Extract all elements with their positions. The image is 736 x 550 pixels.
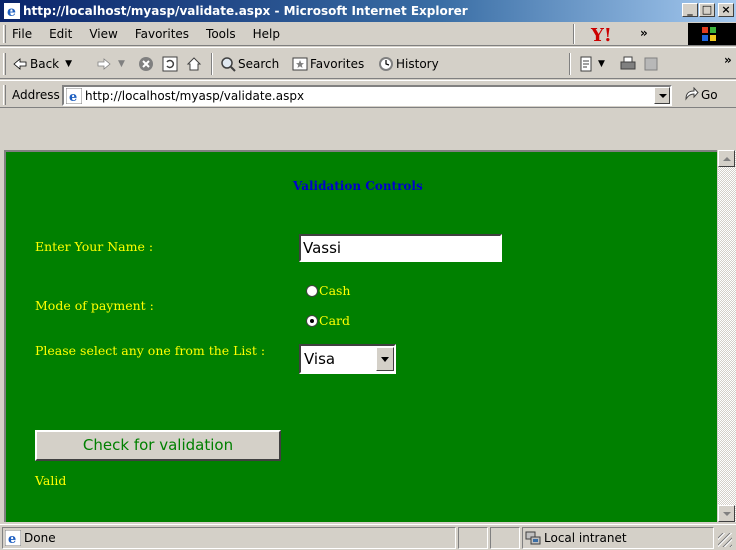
go-button[interactable]: Go xyxy=(683,87,718,103)
toolbar-chevron-icon[interactable]: » xyxy=(724,53,732,67)
stop-icon xyxy=(139,57,153,71)
edit-icon xyxy=(644,57,658,71)
window-controls: _ □ × xyxy=(681,3,734,17)
card-type-select[interactable]: Visa xyxy=(299,344,396,374)
address-input[interactable]: e http://localhost/myasp/validate.aspx xyxy=(62,85,672,106)
favorites-icon xyxy=(292,57,308,71)
radio-cash[interactable] xyxy=(306,284,318,297)
address-url: http://localhost/myasp/validate.aspx xyxy=(85,88,305,103)
status-text-cell: e Done xyxy=(2,527,456,549)
standard-toolbar: Back ▼ ▼ Search Favorites History ▼ » xyxy=(0,47,736,79)
title-bar: e http://localhost/myasp/validate.aspx -… xyxy=(0,0,736,22)
menu-file[interactable]: File xyxy=(12,27,32,41)
menu-view[interactable]: View xyxy=(89,27,117,41)
menu-edit[interactable]: Edit xyxy=(49,27,72,41)
yahoo-icon[interactable]: Y! xyxy=(590,25,622,43)
svg-text:e: e xyxy=(7,4,16,19)
menu-tools[interactable]: Tools xyxy=(206,27,236,41)
menu-help[interactable]: Help xyxy=(253,27,280,41)
close-button[interactable]: × xyxy=(718,3,734,17)
payment-option-card[interactable]: Card xyxy=(306,313,350,328)
home-icon xyxy=(186,57,202,71)
svg-text:e: e xyxy=(69,90,77,104)
mail-button[interactable]: ▼ xyxy=(580,56,605,72)
windows-logo xyxy=(688,23,736,45)
status-cell-3 xyxy=(490,527,520,549)
minimize-button[interactable]: _ xyxy=(682,3,698,17)
scroll-up-icon[interactable] xyxy=(718,150,735,167)
toolbar-separator xyxy=(211,53,213,75)
refresh-button[interactable] xyxy=(162,56,180,72)
mail-dropdown-icon[interactable]: ▼ xyxy=(598,59,605,69)
mail-icon xyxy=(580,56,592,72)
list-label: Please select any one from the List : xyxy=(35,343,266,358)
toolbar-grip[interactable] xyxy=(3,53,6,75)
page-viewport: Validation Controls Enter Your Name : Mo… xyxy=(4,150,717,522)
name-label: Enter Your Name : xyxy=(35,239,154,254)
window-title: http://localhost/myasp/validate.aspx - M… xyxy=(23,4,468,18)
select-value: Visa xyxy=(304,350,336,368)
page-heading: Validation Controls xyxy=(293,179,423,193)
refresh-icon xyxy=(162,56,178,72)
search-button[interactable]: Search xyxy=(220,56,279,72)
address-grip[interactable] xyxy=(3,85,6,105)
page-done-icon: e xyxy=(5,530,21,546)
ie-icon: e xyxy=(4,3,20,19)
maximize-button[interactable]: □ xyxy=(699,3,715,17)
back-label: Back xyxy=(30,57,60,71)
check-validation-button[interactable]: Check for validation xyxy=(35,430,281,461)
status-text: Done xyxy=(24,531,56,545)
resize-grip-icon[interactable] xyxy=(718,533,732,547)
page-icon: e xyxy=(66,87,82,104)
vertical-scrollbar[interactable] xyxy=(718,150,736,522)
menu-chevron-icon[interactable]: » xyxy=(640,26,648,40)
edit-button[interactable] xyxy=(644,56,662,72)
favorites-button[interactable]: Favorites xyxy=(292,56,364,72)
windows-flag-icon xyxy=(702,27,716,41)
back-dropdown-icon[interactable]: ▼ xyxy=(65,59,72,69)
stop-button[interactable] xyxy=(138,56,156,72)
history-label: History xyxy=(396,57,439,71)
menu-separator xyxy=(573,24,575,44)
zone-cell: Local intranet xyxy=(522,527,714,549)
search-label: Search xyxy=(238,57,280,71)
status-cell-2 xyxy=(458,527,488,549)
intranet-icon xyxy=(525,531,541,545)
status-bar: e Done Local intranet xyxy=(0,524,736,550)
search-icon xyxy=(221,57,236,72)
select-dropdown-icon[interactable] xyxy=(376,347,394,371)
history-button[interactable]: History xyxy=(378,56,439,72)
forward-arrow-icon xyxy=(97,58,111,70)
history-icon xyxy=(379,57,393,71)
radio-cash-label: Cash xyxy=(319,283,351,298)
radio-card-label: Card xyxy=(319,313,350,328)
favorites-label: Favorites xyxy=(310,57,365,71)
name-input[interactable] xyxy=(299,234,502,262)
forward-dropdown-icon[interactable]: ▼ xyxy=(118,59,125,69)
menu-bar: File Edit View Favorites Tools Help Y! » xyxy=(0,22,736,46)
svg-text:e: e xyxy=(8,532,16,546)
back-arrow-icon xyxy=(13,58,27,70)
payment-label: Mode of payment : xyxy=(35,298,154,313)
scroll-down-icon[interactable] xyxy=(718,505,735,522)
print-button[interactable] xyxy=(620,56,638,72)
forward-button[interactable]: ▼ xyxy=(96,56,125,72)
address-dropdown-icon[interactable] xyxy=(654,87,670,104)
go-arrow-icon xyxy=(685,87,699,101)
radio-card[interactable] xyxy=(306,314,318,327)
svg-text:Y!: Y! xyxy=(590,25,612,43)
go-label: Go xyxy=(701,88,718,102)
print-icon xyxy=(620,56,636,70)
validation-result: Valid xyxy=(35,473,67,488)
home-button[interactable] xyxy=(186,56,204,72)
zone-text: Local intranet xyxy=(544,531,627,545)
menu-grip[interactable] xyxy=(3,25,6,43)
address-bar: Address e http://localhost/myasp/validat… xyxy=(0,80,736,108)
address-label: Address xyxy=(12,88,60,102)
toolbar-separator-2 xyxy=(569,53,571,75)
menu-favorites[interactable]: Favorites xyxy=(135,27,189,41)
payment-option-cash[interactable]: Cash xyxy=(306,283,350,298)
back-button[interactable]: Back ▼ xyxy=(12,56,72,72)
